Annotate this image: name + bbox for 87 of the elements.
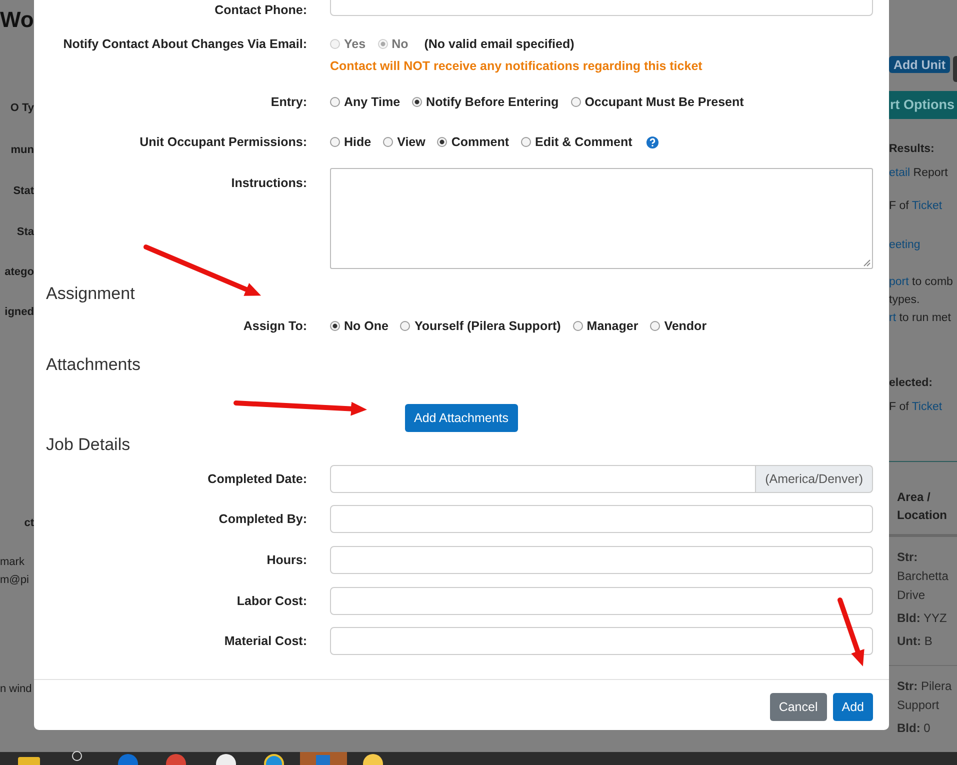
field-label: Instructions: <box>230 176 308 190</box>
report-link[interactable]: Ticket <box>912 200 942 212</box>
background-text: O Ty <box>10 101 34 116</box>
field-label: Assign To: <box>242 319 308 333</box>
report-link[interactable]: eeting <box>889 239 920 251</box>
report-link[interactable]: port <box>889 276 909 288</box>
table-cell-text: Str: Pilera Support <box>897 678 953 714</box>
search-icon[interactable] <box>72 751 82 761</box>
table-cell-text: Unt: B <box>897 633 934 650</box>
input-field[interactable] <box>330 546 873 574</box>
radio-label: Any Time <box>344 95 400 109</box>
section-heading: Assignment <box>46 284 135 304</box>
page-title: Wo <box>0 6 34 34</box>
background-text: m@pi <box>0 573 29 588</box>
radio-label: Hide <box>344 135 372 149</box>
radio-label: Comment <box>451 135 510 149</box>
background-text: Report <box>912 167 948 179</box>
report-link[interactable]: etail <box>889 167 910 179</box>
section-heading: Attachments <box>46 355 140 375</box>
radio-button[interactable] <box>570 97 581 107</box>
annotation-arrow <box>838 598 864 666</box>
resize-grip-icon[interactable] <box>863 259 871 267</box>
radio-button[interactable] <box>330 97 340 107</box>
radio-label: Yourself (Pilera Support) <box>414 319 561 333</box>
text-area[interactable] <box>330 168 873 269</box>
background-text: F of <box>889 401 910 413</box>
field-label: Contact Phone: <box>214 4 308 16</box>
note-text: (No valid email specified) <box>424 37 574 51</box>
add-unit-button[interactable]: Add Unit <box>889 56 950 73</box>
radio-button[interactable] <box>650 321 660 331</box>
field-label: Unit Occupant Permissions: <box>138 135 308 149</box>
date-field[interactable] <box>330 465 756 493</box>
table-cell-text: Bld: YYZ <box>897 610 948 627</box>
input-field[interactable] <box>330 587 873 615</box>
table-cell-text: Bld: 0 <box>897 720 932 737</box>
radio-label: No One <box>344 319 388 333</box>
panel-header: rt Options <box>889 91 957 119</box>
table-cell-text: Str: Barchetta Drive <box>897 549 950 604</box>
section-heading: Job Details <box>46 435 130 455</box>
radio-label: Notify Before Entering <box>426 95 559 109</box>
add-button[interactable]: Add <box>832 693 873 721</box>
background-text: n wind <box>0 682 32 697</box>
input-field[interactable] <box>330 627 873 655</box>
field-label: Labor Cost: <box>236 594 308 608</box>
input-field[interactable] <box>330 505 873 533</box>
radio-label: Occupant Must Be Present <box>584 95 744 109</box>
field-label: Completed Date: <box>206 472 308 486</box>
background-text: ct <box>24 516 34 531</box>
background-text: to run met <box>898 312 951 324</box>
timezone-addon: (America/Denver) <box>756 465 873 493</box>
radio-button[interactable] <box>521 137 532 147</box>
field-label: Entry: <box>270 95 308 109</box>
add-attachments-button[interactable]: Add Attachments <box>405 404 518 432</box>
radio-button[interactable] <box>330 321 340 331</box>
radio-button[interactable] <box>400 321 410 331</box>
radio-button[interactable] <box>330 137 340 147</box>
radio-button[interactable] <box>383 137 394 147</box>
cancel-button[interactable]: Cancel <box>770 693 827 721</box>
radio-button[interactable] <box>572 321 583 331</box>
radio-label: No <box>392 37 408 51</box>
report-link[interactable]: Ticket <box>912 401 942 413</box>
field-label: Hours: <box>266 553 308 567</box>
radio-label: Yes <box>344 37 366 51</box>
radio-label: Manager <box>586 319 638 333</box>
column-header: Area / Location <box>897 489 948 524</box>
radio-button[interactable] <box>437 137 448 147</box>
warning-text: Contact will NOT receive any notifications regarding this ticket <box>330 59 702 73</box>
field-label: Completed By: <box>218 512 308 526</box>
background-text: Results: <box>889 143 934 155</box>
field-label: Notify Contact About Changes Via Email: <box>62 37 308 51</box>
background-text: mark <box>0 555 24 570</box>
background-text: F of <box>889 200 910 212</box>
field-label: Material Cost: <box>223 634 308 648</box>
background-text: types. <box>889 294 920 306</box>
radio-label: View <box>397 135 426 149</box>
background-text: Sta <box>16 225 34 240</box>
background-text: igned <box>4 305 34 320</box>
report-link[interactable]: rt <box>889 312 896 324</box>
radio-label: Vendor <box>664 319 707 333</box>
background-text: elected: <box>889 377 932 389</box>
background-text: Stat <box>13 184 34 199</box>
background-text: to comb <box>911 276 953 288</box>
help-icon[interactable] <box>646 136 660 148</box>
background-text: mun <box>10 143 34 158</box>
radio-label: Edit & Comment <box>535 135 632 149</box>
radio-button[interactable] <box>412 97 422 107</box>
background-text: atego <box>4 265 34 280</box>
